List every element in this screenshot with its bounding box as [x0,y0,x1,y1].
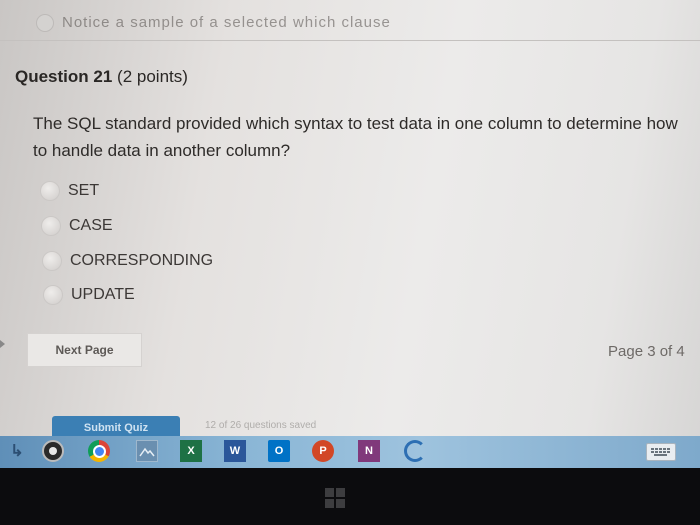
browser-content: Notice a sample of a selected which clau… [0,0,700,438]
save-status-text: 12 of 26 questions saved [205,420,317,431]
device-bezel [0,468,700,525]
outlook-icon[interactable]: O [268,440,290,462]
page-indicator: Page 3 of 4 [608,343,685,360]
edge-icon[interactable] [404,440,426,462]
excel-icon[interactable]: X [180,440,202,462]
option-label: CASE [69,217,113,234]
photos-icon[interactable] [136,440,158,462]
chrome-icon[interactable] [88,440,110,462]
radio-button[interactable] [41,216,61,236]
question-text: The SQL standard provided which syntax t… [33,114,678,160]
scroll-arrow-icon[interactable] [0,340,5,348]
windows-logo-icon[interactable] [325,488,345,508]
keyboard-icon[interactable] [646,443,676,461]
media-player-icon[interactable] [42,440,64,462]
option-case[interactable]: CASE [41,213,113,239]
submit-quiz-button[interactable]: Submit Quiz [52,416,180,438]
word-icon[interactable]: W [224,440,246,462]
radio-button[interactable] [42,251,62,271]
radio-button[interactable] [43,285,63,305]
question-header: Question 21 (2 points) [15,67,188,87]
previous-option-radio[interactable] [36,14,54,32]
back-arrow-icon[interactable]: ↳ [6,440,28,462]
option-label: CORRESPONDING [70,252,214,269]
question-title: Question 21 [15,67,113,86]
option-corresponding[interactable]: CORRESPONDING [42,248,213,274]
previous-question-strip: Notice a sample of a selected which clau… [0,0,700,41]
powerpoint-icon[interactable]: P [312,440,334,462]
option-label: SET [68,182,100,199]
option-set[interactable]: SET [40,178,99,204]
question-points: (2 points) [117,67,188,86]
previous-option-label: Notice a sample of a selected which clau… [62,14,391,31]
onenote-icon[interactable]: N [358,440,380,462]
taskbar: ↳ X W O P N [0,436,700,468]
next-page-button[interactable]: Next Page [27,333,142,367]
option-update[interactable]: UPDATE [43,282,135,308]
radio-button[interactable] [40,181,60,201]
option-label: UPDATE [71,286,135,303]
